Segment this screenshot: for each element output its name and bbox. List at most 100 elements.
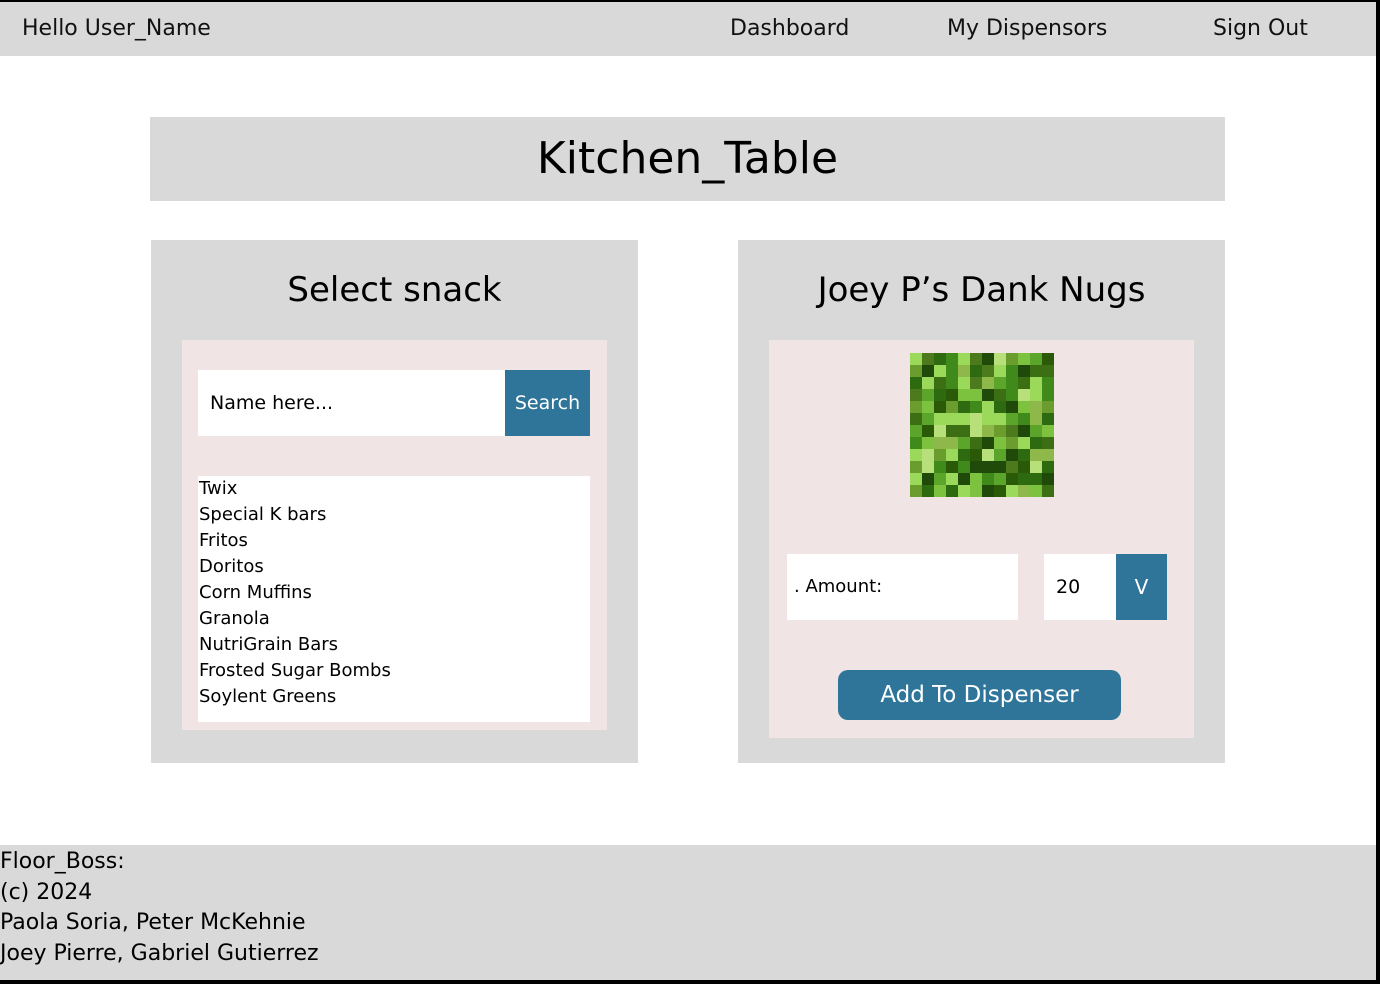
snack-list-item[interactable]: Twix bbox=[198, 476, 590, 502]
snack-image-pixel bbox=[1030, 473, 1042, 485]
snack-image-pixel bbox=[1042, 449, 1054, 461]
snack-image-pixel bbox=[946, 449, 958, 461]
snack-image-pixel bbox=[1042, 401, 1054, 413]
snack-image-pixel bbox=[934, 401, 946, 413]
snack-image-pixel bbox=[1042, 461, 1054, 473]
dispenser-panel: Joey P’s Dank Nugs . Amount: 20 V Add To… bbox=[738, 240, 1225, 763]
snack-image-pixel bbox=[946, 365, 958, 377]
snack-image-pixel bbox=[982, 449, 994, 461]
snack-list-item[interactable]: Fritos bbox=[198, 528, 590, 554]
snack-image-pixel bbox=[1042, 473, 1054, 485]
snack-list-item[interactable]: Soylent Greens bbox=[198, 684, 590, 710]
snack-image-pixel bbox=[1018, 377, 1030, 389]
snack-image-pixel bbox=[910, 461, 922, 473]
snack-image-pixel bbox=[1006, 365, 1018, 377]
snack-image-pixel bbox=[946, 413, 958, 425]
page: Hello User_Name Dashboard My Dispensors … bbox=[0, 2, 1376, 980]
snack-image-pixel bbox=[1006, 473, 1018, 485]
snack-image-pixel bbox=[1018, 413, 1030, 425]
snack-list-item[interactable]: Frosted Sugar Bombs bbox=[198, 658, 590, 684]
snack-image-pixel bbox=[934, 377, 946, 389]
snack-image-pixel bbox=[1018, 449, 1030, 461]
snack-image-pixel bbox=[982, 473, 994, 485]
amount-value: 20 bbox=[1044, 554, 1116, 620]
snack-image-pixel bbox=[1042, 377, 1054, 389]
snack-image-pixel bbox=[970, 461, 982, 473]
snack-image-pixel bbox=[1006, 485, 1018, 497]
snack-image-pixel bbox=[982, 365, 994, 377]
snack-image-pixel bbox=[946, 485, 958, 497]
snack-image-pixel bbox=[1030, 461, 1042, 473]
snack-image-pixel bbox=[982, 353, 994, 365]
snack-image-pixel bbox=[958, 365, 970, 377]
nav-link-sign-out[interactable]: Sign Out bbox=[1213, 15, 1308, 43]
snack-image-pixel bbox=[982, 437, 994, 449]
snack-image-pixel bbox=[946, 437, 958, 449]
snack-search-input[interactable] bbox=[198, 370, 505, 436]
snack-image-pixel bbox=[946, 389, 958, 401]
snack-image-pixel bbox=[1042, 353, 1054, 365]
snack-image-pixel bbox=[994, 461, 1006, 473]
snack-image-pixel bbox=[1018, 437, 1030, 449]
snack-image-pixel bbox=[946, 461, 958, 473]
snack-image-pixel bbox=[970, 389, 982, 401]
snack-image-pixel bbox=[958, 449, 970, 461]
snack-image-pixel bbox=[994, 365, 1006, 377]
snack-image-pixel bbox=[910, 401, 922, 413]
snack-list-item[interactable]: Granola bbox=[198, 606, 590, 632]
snack-image-pixel bbox=[982, 377, 994, 389]
snack-image-pixel bbox=[910, 449, 922, 461]
amount-select[interactable]: 20 V bbox=[1044, 554, 1167, 620]
nav-link-my-dispensors[interactable]: My Dispensors bbox=[947, 15, 1107, 43]
snack-image-pixel bbox=[934, 473, 946, 485]
snack-image-pixel bbox=[922, 401, 934, 413]
snack-image-pixel bbox=[946, 425, 958, 437]
snack-image-pixel bbox=[958, 437, 970, 449]
snack-image-pixel bbox=[1018, 401, 1030, 413]
snack-image-pixel bbox=[934, 461, 946, 473]
snack-image-pixel bbox=[970, 425, 982, 437]
snack-list-item[interactable]: Doritos bbox=[198, 554, 590, 580]
snack-image-pixel bbox=[922, 473, 934, 485]
dispenser-inner: . Amount: 20 V Add To Dispenser bbox=[769, 340, 1194, 738]
snack-image-pixel bbox=[1006, 437, 1018, 449]
snack-image-pixel bbox=[1030, 353, 1042, 365]
snack-image-pixel bbox=[994, 389, 1006, 401]
snack-image-pixel bbox=[958, 401, 970, 413]
snack-image-pixel bbox=[1042, 365, 1054, 377]
snack-image-pixel bbox=[934, 485, 946, 497]
greeting: Hello User_Name bbox=[22, 16, 211, 41]
snack-image-pixel bbox=[922, 449, 934, 461]
add-to-dispenser-button[interactable]: Add To Dispenser bbox=[838, 670, 1121, 720]
snack-image-pixel bbox=[934, 437, 946, 449]
select-snack-title: Select snack bbox=[287, 270, 502, 310]
snack-image-pixel bbox=[934, 425, 946, 437]
snack-image-pixel bbox=[922, 389, 934, 401]
snack-image-pixel bbox=[922, 437, 934, 449]
snack-image-pixel bbox=[970, 449, 982, 461]
snack-image-pixel bbox=[970, 401, 982, 413]
select-snack-panel: Select snack Search Twix Special K bars … bbox=[151, 240, 638, 763]
snack-image-pixel bbox=[958, 389, 970, 401]
snack-image-pixel bbox=[934, 413, 946, 425]
footer-line: Floor_Boss: bbox=[0, 849, 125, 874]
snack-image-pixel bbox=[910, 377, 922, 389]
footer: Floor_Boss: (c) 2024 Paola Soria, Peter … bbox=[0, 845, 1376, 980]
snack-image-pixel bbox=[958, 413, 970, 425]
snack-image-pixel bbox=[958, 425, 970, 437]
snack-image-pixel bbox=[910, 413, 922, 425]
snack-image-pixel bbox=[982, 485, 994, 497]
snack-image-pixel bbox=[1030, 365, 1042, 377]
snack-list-item[interactable]: Special K bars bbox=[198, 502, 590, 528]
snack-image-pixel bbox=[1042, 437, 1054, 449]
snack-list-item[interactable]: NutriGrain Bars bbox=[198, 632, 590, 658]
snack-list-item[interactable]: Corn Muffins bbox=[198, 580, 590, 606]
snack-image-pixel bbox=[1030, 425, 1042, 437]
snack-image-pixel bbox=[958, 461, 970, 473]
snack-image bbox=[910, 353, 1054, 497]
nav-link-dashboard[interactable]: Dashboard bbox=[730, 15, 849, 43]
search-button[interactable]: Search bbox=[505, 370, 590, 436]
snack-image-pixel bbox=[994, 449, 1006, 461]
snack-image-pixel bbox=[970, 413, 982, 425]
chevron-down-icon[interactable]: V bbox=[1116, 554, 1167, 620]
